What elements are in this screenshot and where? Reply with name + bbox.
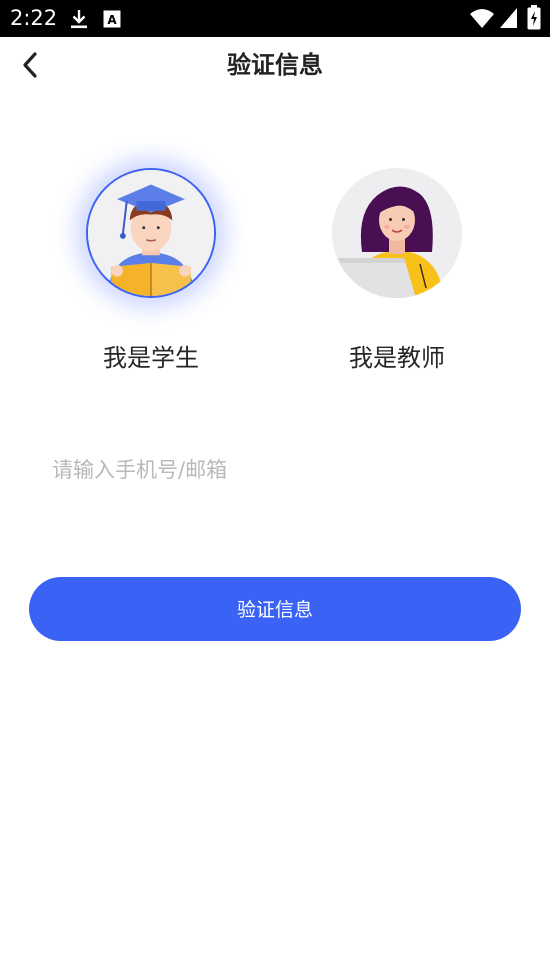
font-icon: A [103, 10, 121, 28]
status-time: 2:22 [10, 6, 58, 30]
chevron-left-icon [23, 52, 37, 78]
student-illustration [88, 170, 214, 296]
teacher-avatar [332, 168, 462, 298]
nav-bar: 验证信息 [0, 37, 550, 95]
status-bar: 2:22 A [0, 0, 550, 37]
download-icon [71, 10, 87, 29]
battery-icon [527, 5, 541, 30]
role-label-teacher: 我是教师 [349, 344, 445, 372]
back-button[interactable] [12, 47, 48, 83]
signal-icon [500, 8, 517, 28]
student-avatar [86, 168, 216, 298]
role-option-teacher[interactable]: 我是教师 [302, 160, 492, 390]
account-input[interactable] [52, 448, 502, 492]
role-option-student[interactable]: 我是学生 [56, 160, 246, 390]
svg-text:A: A [107, 13, 117, 27]
page-title: 验证信息 [227, 51, 323, 79]
wifi-icon [470, 9, 494, 28]
verify-button[interactable]: 验证信息 [29, 577, 521, 641]
role-label-student: 我是学生 [103, 344, 199, 372]
teacher-illustration [332, 168, 462, 298]
